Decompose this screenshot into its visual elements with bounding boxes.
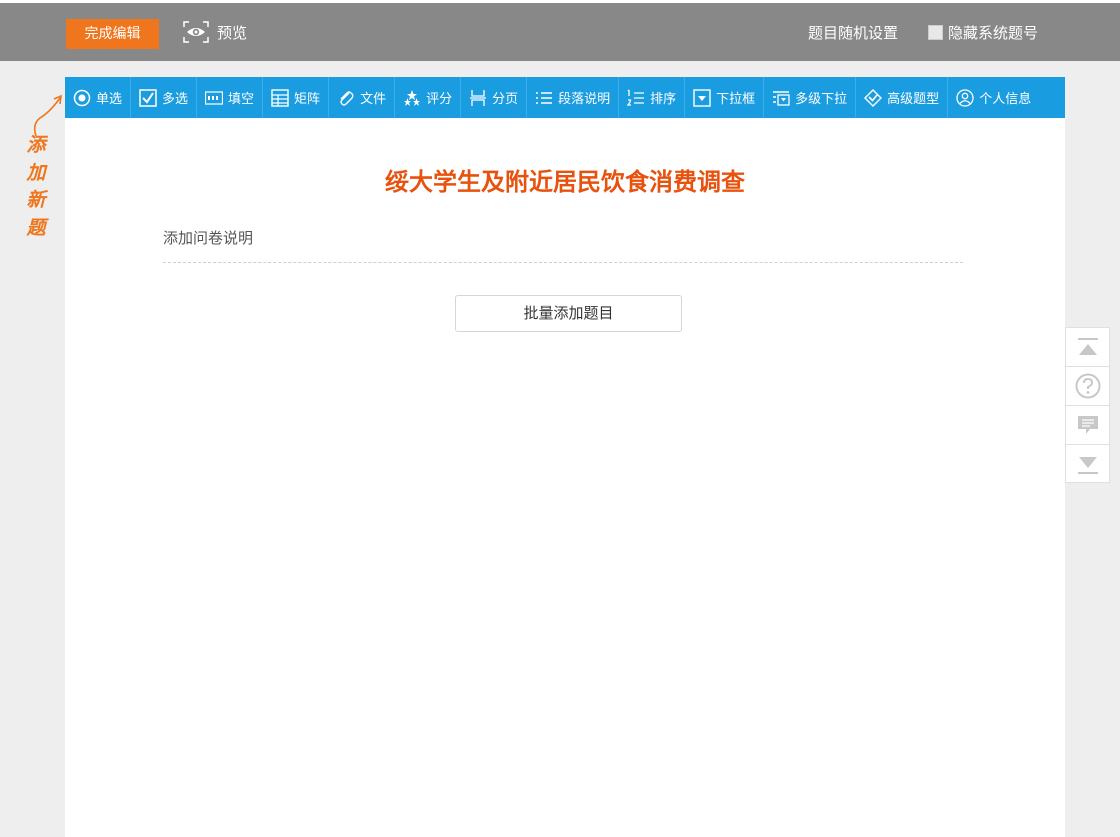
sort-icon	[627, 89, 645, 107]
done-editing-button[interactable]: 完成编辑	[66, 19, 159, 49]
paperclip-icon	[337, 89, 355, 107]
dashed-divider	[163, 262, 963, 263]
header-bar: 完成编辑 预览 题目随机设置 隐藏系统题号	[0, 3, 1120, 61]
text-input-icon	[205, 89, 224, 107]
feedback-button[interactable]	[1066, 406, 1109, 445]
tool-multiple-choice[interactable]: 多选	[131, 77, 198, 118]
add-description-field[interactable]: 添加问卷说明	[163, 227, 253, 248]
tool-label: 多选	[162, 92, 189, 107]
hide-number-checkbox[interactable]	[928, 25, 943, 40]
add-new-question-hint[interactable]: 添加新题	[20, 92, 64, 242]
tool-fill-blank[interactable]: 填空	[197, 77, 264, 118]
preview-button[interactable]: 预览	[183, 19, 247, 45]
page-break-icon	[469, 89, 487, 107]
checkbox-icon	[139, 88, 157, 107]
batch-add-questions-button[interactable]: 批量添加题目	[455, 295, 682, 332]
tool-label: 单选	[96, 92, 123, 107]
tool-rating[interactable]: 评分	[395, 77, 462, 118]
advanced-icon	[864, 88, 883, 107]
tool-advanced[interactable]: 高级题型	[856, 77, 949, 118]
user-icon	[956, 88, 974, 107]
tool-single-choice[interactable]: 单选	[65, 77, 132, 118]
paragraph-icon	[535, 89, 553, 107]
survey-editor: 绥大学生及附近居民饮食消费调查 添加问卷说明 批量添加题目	[65, 118, 1065, 837]
tool-sort[interactable]: 排序	[619, 77, 686, 118]
tool-personal-info[interactable]: 个人信息	[948, 77, 1039, 118]
floating-side-bar	[1065, 327, 1110, 483]
tool-label: 个人信息	[979, 92, 1032, 107]
tool-label: 下拉框	[716, 92, 756, 107]
dropdown-icon	[693, 88, 711, 107]
random-settings-link[interactable]: 题目随机设置	[808, 22, 898, 43]
tool-multi-dropdown[interactable]: 多级下拉	[764, 77, 857, 118]
matrix-icon	[271, 88, 289, 107]
hide-number-label: 隐藏系统题号	[948, 24, 1039, 42]
tool-matrix[interactable]: 矩阵	[263, 77, 330, 118]
tool-label: 矩阵	[294, 92, 321, 107]
tool-label: 文件	[360, 92, 387, 107]
tool-label: 排序	[650, 92, 677, 107]
preview-label: 预览	[217, 23, 248, 42]
scroll-top-icon	[1077, 338, 1098, 355]
tool-label: 多级下拉	[795, 92, 848, 107]
tool-label: 段落说明	[558, 92, 611, 107]
tool-dropdown[interactable]: 下拉框	[685, 77, 765, 118]
multi-dropdown-icon	[772, 89, 790, 107]
tool-file[interactable]: 文件	[329, 77, 396, 118]
tool-label: 填空	[228, 92, 255, 107]
eye-icon	[183, 21, 209, 43]
tool-label: 评分	[426, 92, 453, 107]
tool-label: 分页	[492, 92, 519, 107]
radio-icon	[73, 89, 91, 107]
help-icon	[1075, 373, 1100, 399]
stars-icon	[403, 89, 421, 107]
scroll-bottom-icon	[1077, 456, 1098, 474]
hide-system-number-toggle[interactable]: 隐藏系统题号	[928, 22, 1038, 43]
message-icon	[1077, 416, 1098, 434]
tool-label: 高级题型	[887, 92, 940, 107]
scroll-bottom-button[interactable]	[1066, 445, 1109, 484]
survey-title[interactable]: 绥大学生及附近居民饮食消费调查	[65, 162, 1065, 197]
help-button[interactable]	[1066, 367, 1109, 406]
question-type-toolbar: 单选 多选 填空 矩阵 文件 评分 分页 段落说明 排序 下拉框 多级下拉 高级…	[65, 77, 1065, 118]
scroll-top-button[interactable]	[1066, 328, 1109, 367]
tool-paragraph[interactable]: 段落说明	[527, 77, 620, 118]
tool-page-break[interactable]: 分页	[461, 77, 528, 118]
add-new-question-label: 添加新题	[26, 134, 46, 239]
